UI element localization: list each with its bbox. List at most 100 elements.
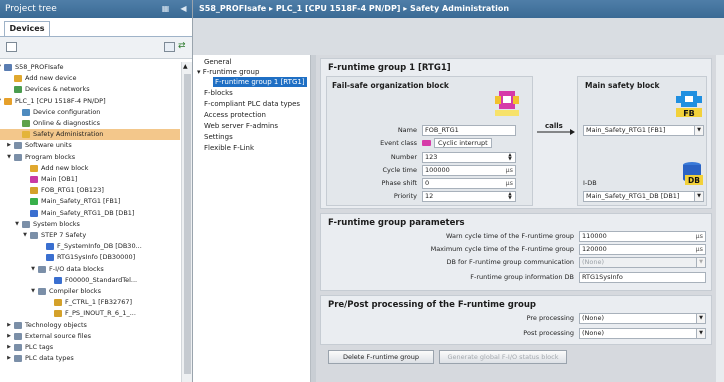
scroll-up-icon[interactable]: ▲: [183, 63, 188, 70]
tree-item-label: Software units: [25, 141, 72, 150]
tree-item[interactable]: ▶ Technology objects: [0, 320, 180, 331]
prepost-title: Pre/Post processing of the F-runtime gro…: [328, 300, 537, 310]
tree-item[interactable]: ▼ F-I/O data blocks: [0, 264, 180, 275]
nav-settings[interactable]: Settings: [204, 132, 233, 142]
collapse-panel-icon[interactable]: ◀: [178, 3, 189, 15]
delete-runtime-group-button[interactable]: Delete F-runtime group: [328, 350, 434, 364]
tree-item[interactable]: F00000_StandardTel...: [0, 275, 180, 286]
chevron-down-icon: ▼: [694, 126, 703, 135]
tree-item-label: RTG1SysInfo [DB30000]: [57, 253, 136, 262]
tree-item[interactable]: ▼ Program blocks: [0, 152, 180, 163]
db-icon: [46, 243, 54, 251]
chevron-down-icon[interactable]: ▼: [30, 264, 36, 275]
folder-icon: [30, 232, 38, 239]
chevron-right-icon[interactable]: ▶: [6, 331, 12, 342]
nav-flexible-f-link[interactable]: Flexible F-Link: [204, 143, 254, 153]
spinner-icon[interactable]: ▲ ▼: [506, 153, 514, 161]
add-device-icon: [14, 75, 22, 83]
folder-icon: [14, 344, 22, 351]
chevron-down-icon[interactable]: ▼: [0, 62, 2, 73]
chevron-down-icon[interactable]: ▼: [6, 152, 12, 163]
tree-item[interactable]: F_CTRL_1 [FB32767]: [0, 297, 180, 308]
overview-icon[interactable]: [6, 42, 17, 52]
spinner-icon[interactable]: ▲ ▼: [506, 192, 514, 200]
tree-item[interactable]: FOB_RTG1 [OB123]: [0, 185, 180, 196]
tree-item[interactable]: F_PS_INOUT_R_6_1_...: [0, 308, 180, 319]
info-db-value: RTG1SysInfo: [582, 273, 623, 281]
tree-item[interactable]: ▶ External source files: [0, 331, 180, 342]
tree-item[interactable]: ▶ PLC tags: [0, 342, 180, 353]
nav-general[interactable]: General: [204, 57, 232, 67]
tree-item[interactable]: Add new device: [0, 73, 180, 84]
tree-item[interactable]: ▶ Software units: [0, 140, 180, 151]
cycle-time-field[interactable]: 100000 µs: [422, 165, 516, 176]
folder-icon: [14, 153, 22, 161]
grid-view-icon[interactable]: [164, 42, 175, 52]
chevron-right-icon[interactable]: ▶: [6, 353, 12, 364]
tree-item[interactable]: Main [OB1]: [0, 174, 180, 185]
tree-item-label: PLC_1 [CPU 1518F-4 PN/DP]: [15, 96, 106, 105]
tree-item-label: Main [OB1]: [41, 175, 78, 183]
phase-shift-value: 0: [425, 179, 430, 187]
post-processing-select[interactable]: (None) ▼: [579, 328, 706, 339]
tree-scrollbar[interactable]: ▲: [181, 62, 192, 382]
tree-item-label: System blocks: [33, 219, 80, 228]
tree-item[interactable]: Device configuration: [0, 107, 180, 118]
tree-item-label: F_SystemInfo_DB [DB30...: [57, 242, 142, 251]
pin-icon[interactable]: ▦: [160, 3, 171, 15]
tab-devices[interactable]: Devices: [4, 21, 50, 36]
tree-item[interactable]: ▼ S58_PROFIsafe: [0, 62, 180, 73]
tree-item[interactable]: ▼ PLC_1 [CPU 1518F-4 PN/DP]: [0, 96, 180, 107]
folder-icon: [14, 355, 22, 363]
content-scrollbar[interactable]: [716, 55, 724, 382]
chevron-right-icon[interactable]: ▶: [6, 320, 12, 331]
sync-icon[interactable]: ⇄: [178, 42, 189, 52]
tree-item-label: F_CTRL_1 [FB32767]: [65, 298, 133, 307]
tree-item[interactable]: ▼ STEP 7 Safety: [0, 230, 180, 241]
chevron-right-icon[interactable]: ▶: [6, 140, 12, 151]
tree-item[interactable]: RTG1SysInfo [DB30000]: [0, 252, 180, 263]
tree-item[interactable]: F_SystemInfo_DB [DB30...: [0, 241, 180, 252]
chevron-down-icon[interactable]: ▼: [22, 230, 28, 241]
nav-access-protection[interactable]: Access protection: [204, 110, 266, 120]
chevron-right-icon[interactable]: ▶: [6, 342, 12, 353]
number-field[interactable]: 123 ▲ ▼: [422, 152, 516, 163]
name-field[interactable]: FOB_RTG1: [422, 125, 516, 136]
tree-item[interactable]: Devices & networks: [0, 84, 180, 95]
nav-f-compliant-types[interactable]: F-compliant PLC data types: [204, 99, 300, 109]
tree-item[interactable]: Online & diagnostics: [0, 118, 180, 129]
max-cycle-field[interactable]: 120000 µs: [579, 244, 706, 255]
cpu-icon: [4, 97, 12, 105]
tree-item-label: Technology objects: [25, 320, 87, 329]
warn-cycle-field[interactable]: 110000 µs: [579, 231, 706, 242]
scroll-thumb[interactable]: [184, 74, 191, 374]
tree-item[interactable]: ▼ Compiler blocks: [0, 286, 180, 297]
db-comm-select[interactable]: (None) ▼: [579, 257, 706, 268]
nav-f-runtime-group[interactable]: ▾ F-runtime group: [197, 67, 259, 77]
tree-item-label: F00000_StandardTel...: [65, 275, 138, 284]
pre-processing-value: (None): [582, 314, 605, 322]
project-tree-title: Project tree: [5, 4, 57, 14]
chevron-down-icon[interactable]: ▼: [0, 96, 2, 107]
nav-f-runtime-group-1[interactable]: F-runtime group 1 [RTG1]: [213, 77, 307, 87]
priority-field[interactable]: 12 ▲ ▼: [422, 191, 516, 202]
chevron-down-icon[interactable]: ▼: [30, 286, 36, 297]
chevron-down-icon[interactable]: ▼: [14, 219, 20, 230]
info-db-field[interactable]: RTG1SysInfo: [579, 272, 706, 283]
safety-icon: [22, 131, 30, 139]
network-icon: [14, 86, 22, 94]
nav-f-blocks[interactable]: F-blocks: [204, 88, 233, 98]
tree-item[interactable]: Safety Administration: [0, 129, 180, 141]
nav-web-server-admins[interactable]: Web server F-admins: [204, 121, 278, 131]
info-db-label: F-runtime group information DB: [470, 273, 574, 281]
tree-item[interactable]: Add new block: [0, 163, 180, 174]
phase-shift-field[interactable]: 0 µs: [422, 178, 516, 189]
tree-item[interactable]: Main_Safety_RTG1 [FB1]: [0, 196, 180, 207]
idb-select[interactable]: Main_Safety_RTG1_DB [DB1] ▼: [583, 191, 704, 202]
tree-item[interactable]: Main_Safety_RTG1_DB [DB1]: [0, 208, 180, 219]
tree-item[interactable]: ▼ System blocks: [0, 219, 180, 230]
tree-item[interactable]: ▶ PLC data types: [0, 353, 180, 364]
pre-processing-select[interactable]: (None) ▼: [579, 313, 706, 324]
main-block-select[interactable]: Main_Safety_RTG1 [FB1] ▼: [583, 125, 704, 136]
generate-status-block-button[interactable]: Generate global F-I/O status block: [439, 350, 567, 364]
